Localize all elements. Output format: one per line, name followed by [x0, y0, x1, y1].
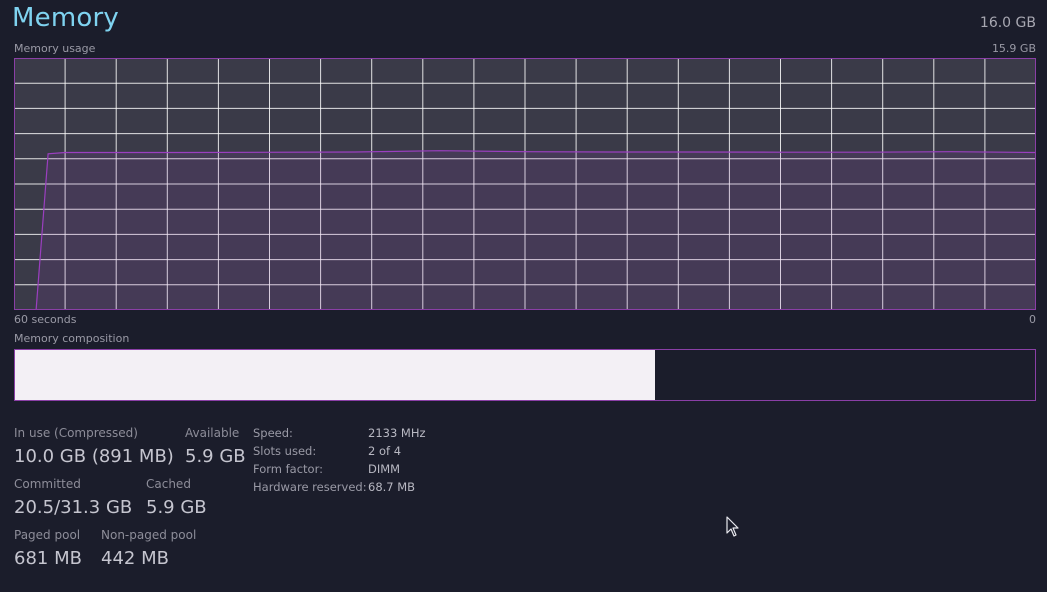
paged-pool-label: Paged pool — [14, 528, 81, 542]
form-factor-label: Form factor: — [253, 462, 323, 476]
total-memory: 16.0 GB — [979, 15, 1036, 31]
memory-usage-label: Memory usage — [14, 42, 96, 55]
non-paged-pool-value: 442 MB — [101, 548, 169, 569]
memory-max-label: 15.9 GB — [991, 42, 1036, 55]
in-use-value: 10.0 GB (891 MB) — [14, 446, 174, 467]
in-use-stat: In use (Compressed) 10.0 GB (891 MB) — [14, 426, 174, 468]
memory-composition-bar — [14, 349, 1036, 401]
mouse-pointer-icon — [726, 516, 739, 537]
hardware-reserved-value: 68.7 MB — [368, 480, 416, 494]
cached-stat: Cached 5.9 GB — [146, 477, 207, 519]
hardware-reserved-label: Hardware reserved: — [253, 480, 367, 494]
memory-in-use-segment — [15, 350, 655, 400]
non-paged-pool-label: Non-paged pool — [101, 528, 197, 542]
in-use-label: In use (Compressed) — [14, 426, 138, 440]
slots-used-value: 2 of 4 — [368, 444, 402, 458]
memory-usage-graph — [14, 58, 1036, 310]
graph-left-time-label: 60 seconds — [14, 313, 77, 326]
speed-label: Speed: — [253, 426, 293, 440]
cached-label: Cached — [146, 477, 191, 491]
form-factor-value: DIMM — [368, 462, 401, 476]
memory-composition-label: Memory composition — [14, 332, 130, 345]
available-label: Available — [185, 426, 240, 440]
slots-used-label: Slots used: — [253, 444, 317, 458]
non-paged-pool-stat: Non-paged pool 442 MB — [101, 528, 196, 570]
graph-right-time-label: 0 — [1029, 313, 1036, 326]
speed-value: 2133 MHz — [368, 426, 426, 440]
memory-usage-area — [14, 150, 1036, 310]
committed-value: 20.5/31.3 GB — [14, 497, 133, 518]
page-title: Memory — [12, 3, 119, 33]
paged-pool-value: 681 MB — [14, 548, 82, 569]
available-stat: Available 5.9 GB — [185, 426, 246, 468]
paged-pool-stat: Paged pool 681 MB — [14, 528, 82, 570]
committed-label: Committed — [14, 477, 81, 491]
committed-stat: Committed 20.5/31.3 GB — [14, 477, 132, 519]
available-value: 5.9 GB — [185, 446, 246, 467]
cached-value: 5.9 GB — [146, 497, 207, 518]
